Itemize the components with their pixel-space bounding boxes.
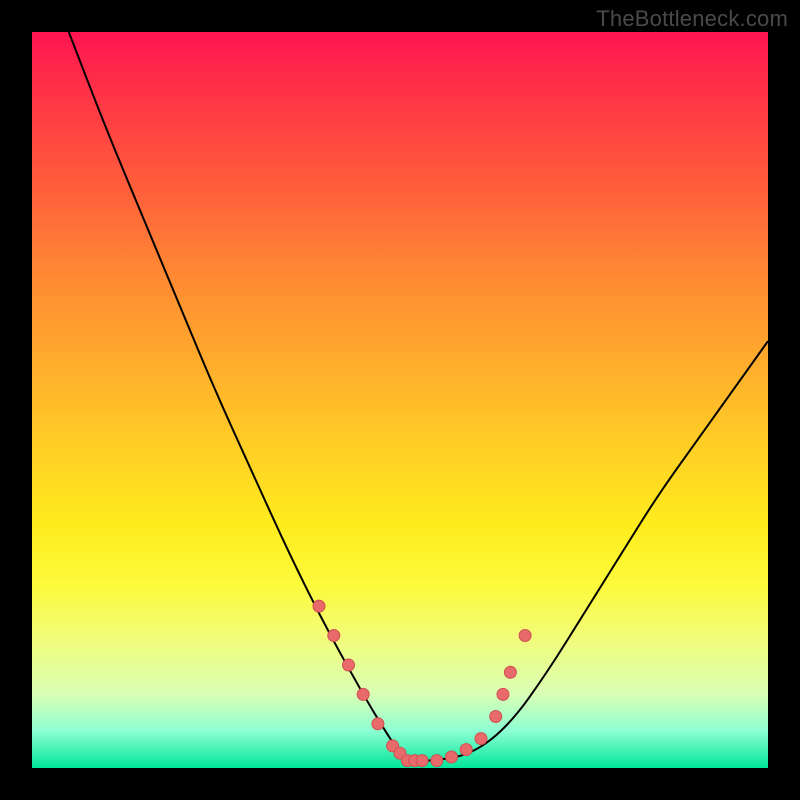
marker-point [446, 751, 458, 763]
watermark-text: TheBottleneck.com [596, 6, 788, 32]
marker-point [416, 755, 428, 767]
marker-point [357, 688, 369, 700]
marker-point [490, 711, 502, 723]
marker-point [313, 600, 325, 612]
marker-point [475, 733, 487, 745]
marker-point [372, 718, 384, 730]
marker-point [328, 630, 340, 642]
plot-area [32, 32, 768, 768]
curve-svg [32, 32, 768, 768]
marker-group [313, 600, 531, 767]
marker-point [519, 630, 531, 642]
marker-point [343, 659, 355, 671]
marker-point [431, 755, 443, 767]
marker-point [497, 688, 509, 700]
marker-point [504, 666, 516, 678]
marker-point [460, 744, 472, 756]
outer-frame: TheBottleneck.com [0, 0, 800, 800]
bottleneck-curve [69, 32, 768, 761]
